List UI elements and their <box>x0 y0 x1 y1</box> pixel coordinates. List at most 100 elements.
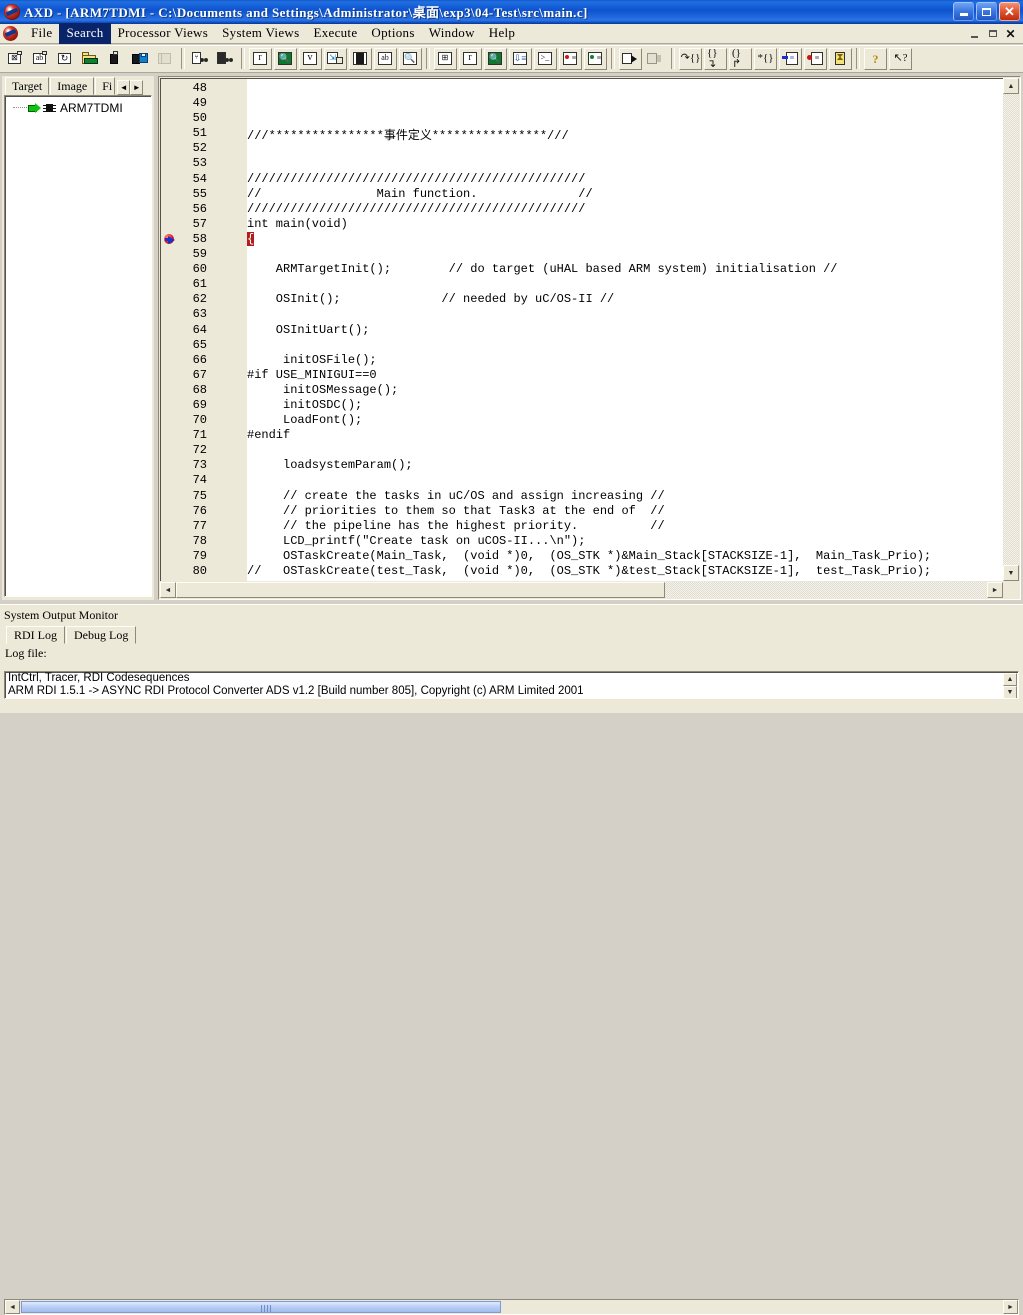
save-memory-icon[interactable] <box>129 47 152 70</box>
code-line[interactable]: 49 <box>161 96 1003 111</box>
code-line[interactable]: 59 <box>161 247 1003 262</box>
backtrace-view-icon[interactable]: ⇲ <box>324 47 347 70</box>
code-line[interactable]: 52 <box>161 141 1003 156</box>
code-line[interactable]: 72 <box>161 443 1003 458</box>
tree-item-arm7tdmi[interactable]: ARM7TDMI <box>7 100 149 115</box>
code-line[interactable]: 63 <box>161 307 1003 322</box>
code-line[interactable]: 71 #endif <box>161 428 1003 443</box>
reload-current-image-icon[interactable]: ↻ <box>54 47 77 70</box>
run-to-cursor-icon[interactable]: *{} <box>754 47 777 70</box>
code-line[interactable]: 77 // the pipeline has the highest prior… <box>161 519 1003 534</box>
log-scroll-up-button[interactable]: ▲ <box>1003 673 1017 686</box>
code-line[interactable]: 51///****************事件定义***************… <box>161 126 1003 143</box>
target-tree[interactable]: ARM7TDMI <box>4 95 152 597</box>
variables-view-icon[interactable]: v <box>299 47 322 70</box>
scroll-down-button[interactable]: ▼ <box>1003 565 1019 581</box>
watch-view-icon[interactable]: 🔍 <box>274 47 297 70</box>
code-line[interactable]: 74 <box>161 473 1003 488</box>
step-icon[interactable]: {}↴ <box>704 47 727 70</box>
mdi-minimize-button[interactable] <box>966 26 983 41</box>
log-scroll-right-button[interactable]: ► <box>1003 1300 1018 1314</box>
go-icon[interactable] <box>619 47 642 70</box>
code-line[interactable]: 48 <box>161 81 1003 96</box>
source-code-area[interactable]: 48 49 50 51///****************事件定义*********… <box>160 78 1003 581</box>
find-icon[interactable]: ⑂ <box>189 47 212 70</box>
log-scroll-down-button[interactable]: ▼ <box>1003 686 1017 698</box>
breakpoint-marker-icon[interactable] <box>164 233 180 245</box>
menu-item-window[interactable]: Window <box>422 23 482 44</box>
mdi-restore-button[interactable] <box>984 26 1001 41</box>
memory-view-icon[interactable] <box>349 47 372 70</box>
scroll-up-button[interactable]: ▲ <box>1003 78 1019 94</box>
code-line[interactable]: 73 loadsystemParam(); <box>161 458 1003 473</box>
code-line[interactable]: 65 <box>161 338 1003 353</box>
code-line[interactable]: 78 LCD_printf("Create task on uCOS-II...… <box>161 534 1003 549</box>
code-line[interactable]: 81 <box>161 579 1003 581</box>
find-next-icon[interactable] <box>214 47 237 70</box>
code-line[interactable]: 70 LoadFont(); <box>161 413 1003 428</box>
rdi-log-output[interactable]: IntCtrl, Tracer, RDI Codesequences ARM R… <box>4 671 1019 699</box>
mdi-close-button[interactable]: ✕ <box>1002 26 1019 41</box>
menu-item-system-views[interactable]: System Views <box>215 23 306 44</box>
log-horizontal-scrollbar[interactable]: ◄ ► <box>4 1299 1019 1315</box>
menubar-app-icon[interactable] <box>3 26 18 41</box>
tab-image[interactable]: Image <box>50 77 95 95</box>
scroll-right-button[interactable]: ► <box>987 582 1003 598</box>
code-line[interactable]: 66 initOSFile(); <box>161 353 1003 368</box>
control-view-icon[interactable]: ⊞ <box>434 47 457 70</box>
hourglass-icon[interactable]: ⧗ <box>829 47 852 70</box>
stop-icon[interactable] <box>644 47 667 70</box>
code-line[interactable]: 56 //////////////////////////////////////… <box>161 202 1003 217</box>
menu-item-processor-views[interactable]: Processor Views <box>111 23 216 44</box>
code-line[interactable]: 68 initOSMessage(); <box>161 383 1003 398</box>
code-line[interactable]: 57 int main(void) <box>161 217 1003 232</box>
load-image-icon[interactable]: ⊠ <box>4 47 27 70</box>
close-button[interactable]: ✕ <box>999 2 1020 21</box>
log-hscroll-thumb[interactable] <box>21 1301 501 1313</box>
log-scroll-left-button[interactable]: ◄ <box>5 1300 20 1314</box>
code-line[interactable]: 79 OSTaskCreate(Main_Task, (void *)0, (O… <box>161 549 1003 564</box>
copy-icon[interactable] <box>154 47 177 70</box>
code-line[interactable]: 62 OSInit(); // needed by uC/OS-II // <box>161 292 1003 307</box>
menu-item-search[interactable]: Search <box>59 23 111 44</box>
menu-item-help[interactable]: Help <box>482 23 522 44</box>
load-memory-icon[interactable] <box>104 47 127 70</box>
code-line[interactable]: 64 OSInitUart(); <box>161 323 1003 338</box>
code-line[interactable]: 80 // OSTaskCreate(test_Task, (void *)0, … <box>161 564 1003 579</box>
code-line[interactable]: 55 // Main function. // <box>161 187 1003 202</box>
menu-item-options[interactable]: Options <box>364 23 421 44</box>
reload-image-icon[interactable]: ab <box>29 47 52 70</box>
set-pc-icon[interactable]: ≡ <box>779 47 802 70</box>
tab-files[interactable]: Fi <box>95 77 116 95</box>
tab-debug-log[interactable]: Debug Log <box>66 626 137 644</box>
code-line[interactable]: 54 //////////////////////////////////////… <box>161 172 1003 187</box>
menu-item-file[interactable]: File <box>24 23 59 44</box>
source-file-icon[interactable]: ⇩≡ <box>509 47 532 70</box>
log-vertical-scrollbar[interactable]: ▲ ▼ <box>1003 673 1017 698</box>
search-view-icon[interactable]: 🔍 <box>484 47 507 70</box>
tab-scroll-left-icon[interactable]: ◄ <box>117 80 131 95</box>
code-line[interactable]: 60 ARMTargetInit(); // do target (uHAL b… <box>161 262 1003 277</box>
tab-scroll-right-icon[interactable]: ► <box>130 80 144 95</box>
hscroll-thumb[interactable] <box>176 582 665 598</box>
code-line[interactable]: 58 { <box>161 231 1003 247</box>
code-line[interactable]: 50 <box>161 111 1003 126</box>
vscroll-track[interactable] <box>1003 94 1019 565</box>
maximize-button[interactable] <box>976 2 997 21</box>
code-line[interactable]: 69 initOSDC(); <box>161 398 1003 413</box>
code-line[interactable]: 75 // create the tasks in uC/OS and assi… <box>161 489 1003 504</box>
code-line[interactable]: 67 #if USE_MINIGUI==0 <box>161 368 1003 383</box>
step-out-icon[interactable]: (}↱ <box>729 47 752 70</box>
context-help-icon[interactable]: ↖? <box>889 47 912 70</box>
code-horizontal-scrollbar[interactable]: ◄ ► <box>160 582 1003 598</box>
step-in-icon[interactable]: ↷{} <box>679 47 702 70</box>
menu-item-execute[interactable]: Execute <box>306 23 364 44</box>
tab-rdi-log[interactable]: RDI Log <box>6 626 65 644</box>
code-line[interactable]: 61 <box>161 277 1003 292</box>
tab-target[interactable]: Target <box>5 77 50 95</box>
code-line[interactable]: 76 // priorities to them so that Task3 a… <box>161 504 1003 519</box>
console-icon[interactable]: >_ <box>534 47 557 70</box>
minimize-button[interactable] <box>953 2 974 21</box>
help-icon[interactable]: ? <box>864 47 887 70</box>
low-level-symbols-icon[interactable]: 🔍 <box>399 47 422 70</box>
